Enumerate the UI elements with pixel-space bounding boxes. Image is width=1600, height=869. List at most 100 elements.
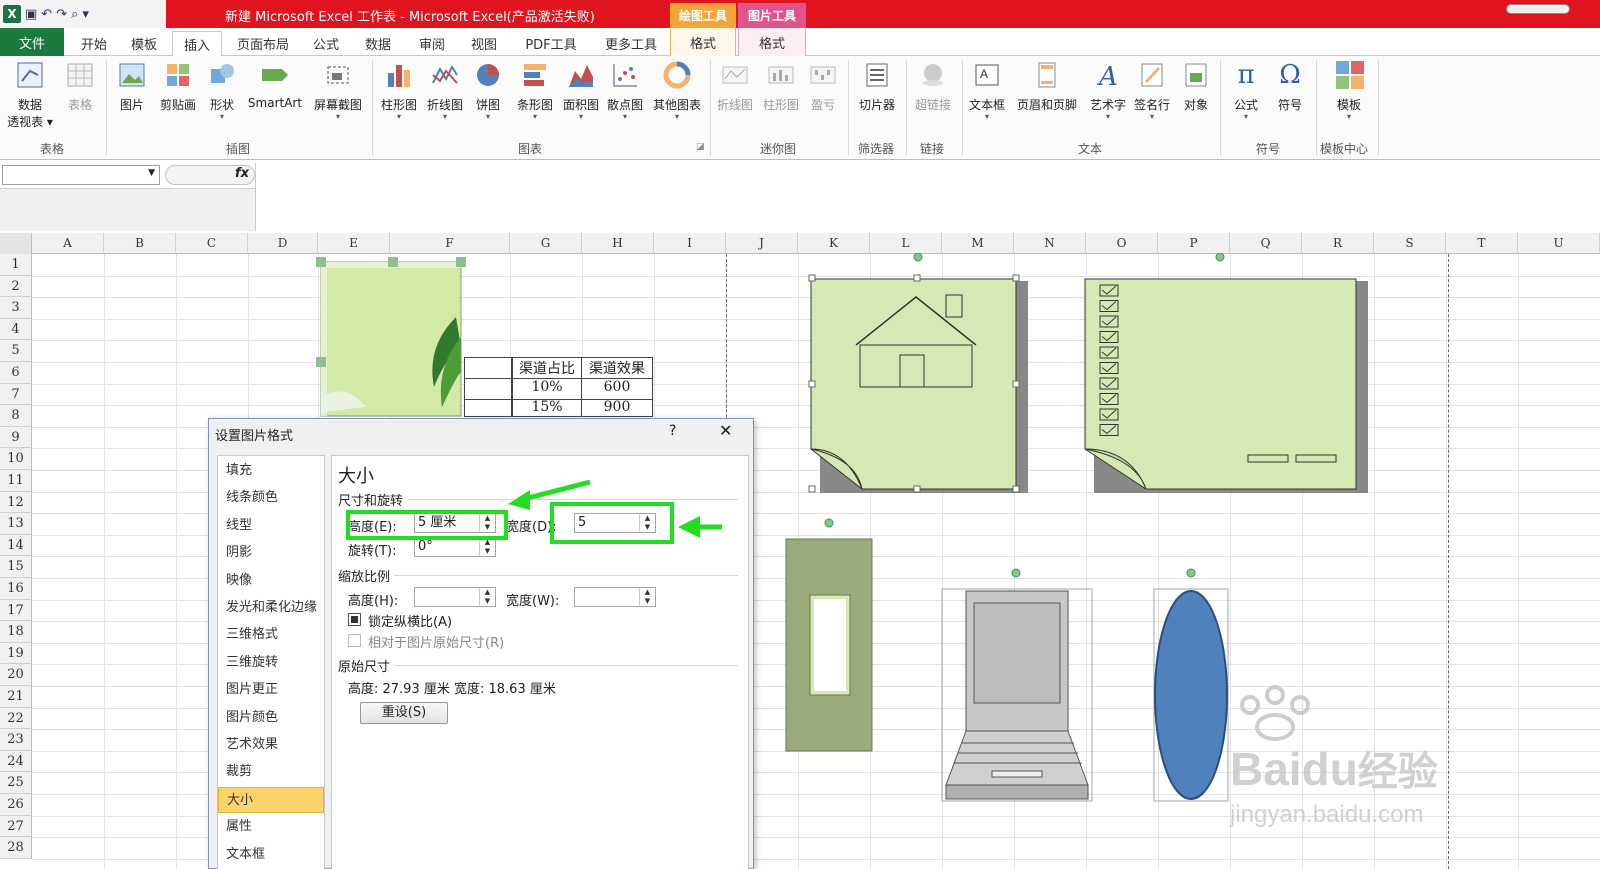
table-button[interactable]: 表格 <box>60 60 100 113</box>
row-header[interactable]: 26 <box>0 794 32 816</box>
column-header[interactable]: R <box>1302 233 1374 254</box>
row-header[interactable]: 7 <box>0 383 32 406</box>
column-header[interactable]: S <box>1374 233 1446 254</box>
row-header[interactable]: 17 <box>0 599 32 622</box>
lock-aspect-ratio-checkbox[interactable] <box>348 613 361 626</box>
column-header[interactable]: Q <box>1230 233 1302 254</box>
dialog-nav-item[interactable]: 线型 <box>218 513 324 539</box>
dialog-nav-item[interactable]: 线条颜色 <box>218 485 324 511</box>
relative-original-checkbox[interactable] <box>348 634 361 647</box>
scale-height-input[interactable]: ▲ ▼ <box>414 587 496 607</box>
row-header[interactable]: 14 <box>0 534 32 557</box>
name-box[interactable]: ▼ <box>2 165 160 185</box>
tab-page-layout[interactable]: 页面布局 <box>228 31 298 56</box>
line-chart-button[interactable]: 折线图 ▾ <box>424 60 466 121</box>
row-header[interactable]: 23 <box>0 729 32 751</box>
scatter-chart-button[interactable]: 散点图 ▾ <box>604 60 646 121</box>
dialog-nav-item[interactable]: 文本框 <box>218 842 324 868</box>
house-shape[interactable] <box>806 253 1036 501</box>
table-header-cell[interactable]: 渠道效果 <box>581 357 653 379</box>
column-header[interactable]: U <box>1518 233 1600 254</box>
symbol-button[interactable]: Ω 符号 <box>1272 60 1308 113</box>
reset-button[interactable]: 重设(S) <box>360 702 448 724</box>
table-header-cell[interactable]: 渠道占比 <box>512 357 582 379</box>
row-header[interactable]: 6 <box>0 362 32 384</box>
other-charts-button[interactable]: 其他图表 ▾ <box>648 60 706 121</box>
row-header[interactable]: 9 <box>0 426 32 449</box>
table-cell[interactable]: 10% <box>512 378 582 400</box>
textbox-button[interactable]: A 文本框 ▾ <box>966 60 1008 121</box>
template-button[interactable]: 模板 ▾ <box>1326 60 1372 121</box>
sparkline-column-button[interactable]: 柱形图 <box>760 60 802 113</box>
row-header[interactable]: 27 <box>0 815 32 838</box>
row-header[interactable]: 5 <box>0 340 32 362</box>
customize-qat-icon[interactable]: ▾ <box>82 7 89 22</box>
dialog-nav-item[interactable]: 属性 <box>218 814 324 840</box>
table-cell[interactable] <box>464 399 512 417</box>
dialog-launcher-icon[interactable]: ◪ <box>696 142 705 152</box>
clipart-button[interactable]: 剪贴画 <box>156 60 200 113</box>
dialog-nav-item[interactable]: 填充 <box>218 458 324 484</box>
spin-arrows-icon[interactable]: ▲ ▼ <box>639 588 655 606</box>
equation-button[interactable]: π 公式 ▾ <box>1228 60 1264 121</box>
column-header[interactable]: C <box>176 233 248 254</box>
column-header[interactable]: T <box>1446 233 1518 254</box>
row-header[interactable]: 10 <box>0 448 32 470</box>
row-header[interactable]: 15 <box>0 556 32 578</box>
tab-pdf-tools[interactable]: PDF工具 <box>514 31 588 56</box>
row-header[interactable]: 21 <box>0 686 32 708</box>
redo-icon[interactable]: ↷ <box>56 7 67 22</box>
slicer-button[interactable]: 切片器 <box>854 60 900 113</box>
tab-view[interactable]: 视图 <box>462 31 506 56</box>
formula-input[interactable] <box>255 163 1600 231</box>
row-header[interactable]: 19 <box>0 642 32 665</box>
tab-home[interactable]: 开始 <box>72 31 116 56</box>
tab-more-tools[interactable]: 更多工具 <box>596 31 666 56</box>
dialog-nav-item[interactable]: 三维旋转 <box>218 650 324 676</box>
pie-chart-button[interactable]: 饼图 ▾ <box>472 60 504 121</box>
column-header[interactable]: L <box>870 233 942 254</box>
find-icon[interactable]: ⌕ <box>71 7 78 22</box>
hyperlink-button[interactable]: 超链接 <box>910 60 956 113</box>
spin-arrows-icon[interactable]: ▲ ▼ <box>479 588 495 606</box>
column-header[interactable]: J <box>726 233 798 254</box>
column-header[interactable]: G <box>510 233 582 254</box>
undo-icon[interactable]: ↶ <box>41 7 52 22</box>
row-header[interactable]: 22 <box>0 707 32 730</box>
row-header[interactable]: 2 <box>0 275 32 298</box>
row-header[interactable]: 13 <box>0 513 32 535</box>
row-header[interactable]: 24 <box>0 750 32 773</box>
header-footer-button[interactable]: 页眉和页脚 <box>1012 60 1082 113</box>
help-icon[interactable]: ? <box>669 423 676 439</box>
oval-shape[interactable] <box>1150 567 1234 807</box>
excel-icon[interactable]: X <box>3 5 21 23</box>
window-controls[interactable] <box>1506 4 1570 14</box>
dialog-nav-item[interactable]: 发光和柔化边缘 <box>218 595 324 621</box>
signature-line-button[interactable]: 签名行 ▾ <box>1130 60 1174 121</box>
tab-formulas[interactable]: 公式 <box>304 31 348 56</box>
spin-arrows-icon[interactable]: ▲ ▼ <box>479 538 495 556</box>
row-header[interactable]: 11 <box>0 470 32 492</box>
chevron-down-icon[interactable]: ▼ <box>148 168 155 178</box>
column-header[interactable]: K <box>798 233 870 254</box>
scale-width-input[interactable]: ▲ ▼ <box>574 587 656 607</box>
checklist-shape[interactable] <box>1080 253 1370 501</box>
frame-shape[interactable] <box>780 517 880 757</box>
wordart-button[interactable]: A 艺术字 ▾ <box>1086 60 1130 121</box>
save-icon[interactable]: ▣ <box>25 7 37 22</box>
column-header[interactable]: N <box>1014 233 1086 254</box>
smartart-button[interactable]: SmartArt <box>244 60 306 110</box>
table-cell[interactable] <box>464 357 512 379</box>
tab-insert[interactable]: 插入 <box>172 31 222 57</box>
row-header[interactable]: 16 <box>0 578 32 600</box>
column-header[interactable]: E <box>318 233 390 254</box>
row-header[interactable]: 8 <box>0 405 32 427</box>
insert-function-icon[interactable]: fx <box>235 166 249 181</box>
area-chart-button[interactable]: 面积图 ▾ <box>560 60 602 121</box>
rotation-input[interactable]: 0° ▲ ▼ <box>414 537 496 557</box>
dialog-nav-item[interactable]: 三维格式 <box>218 622 324 648</box>
dialog-nav-item[interactable]: 图片颜色 <box>218 705 324 731</box>
column-header[interactable]: H <box>582 233 654 254</box>
column-header[interactable]: I <box>654 233 726 254</box>
tab-data[interactable]: 数据 <box>356 31 400 56</box>
